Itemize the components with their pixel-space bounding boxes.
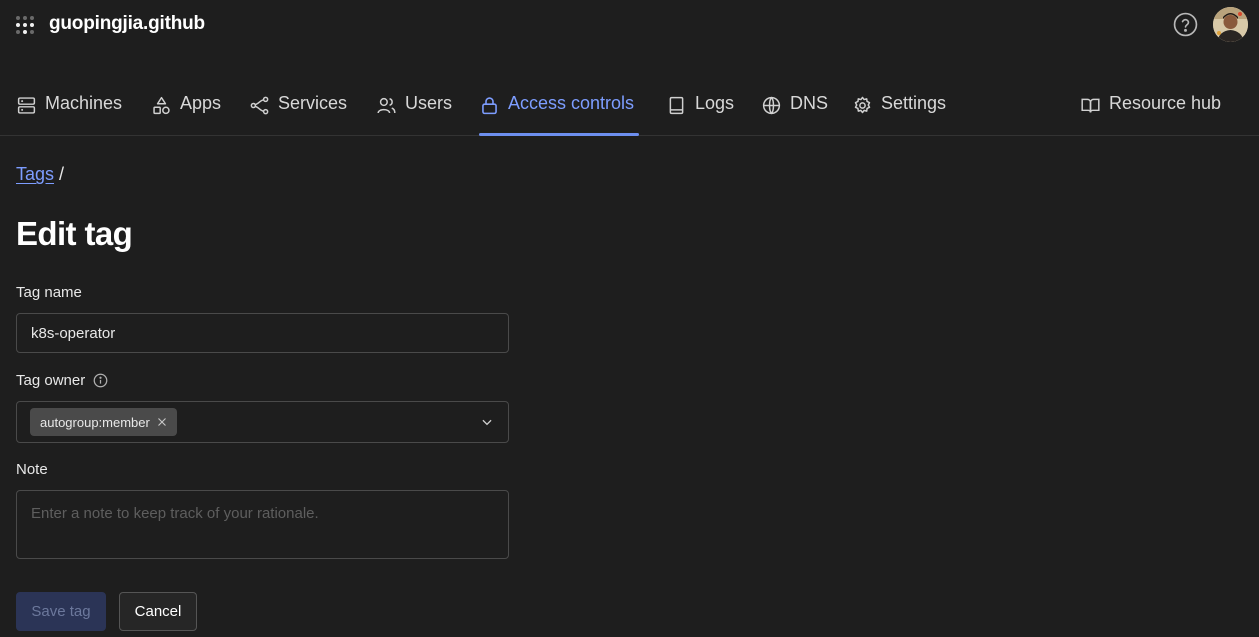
globe-icon	[762, 96, 781, 115]
note-label: Note	[16, 461, 48, 478]
gear-icon	[854, 96, 871, 114]
tag-name-label: Tag name	[16, 284, 82, 301]
nav-label: Services	[278, 93, 348, 113]
nav-item-machines[interactable]: Machines	[16, 80, 122, 135]
main-nav: Machines Apps Services Users Access cont…	[0, 80, 1259, 136]
breadcrumb-separator: /	[59, 164, 65, 184]
nav-item-dns[interactable]: DNS	[761, 80, 828, 135]
save-tag-button[interactable]: Save tag	[16, 592, 106, 631]
note-textarea[interactable]	[17, 491, 508, 558]
tag-name-label-text: Tag name	[16, 284, 82, 301]
book-icon	[669, 96, 684, 115]
nav-item-resource-hub[interactable]: Resource hub	[1080, 80, 1221, 135]
breadcrumb-tags-link[interactable]: Tags	[16, 164, 54, 184]
page-title: Edit tag	[16, 215, 133, 252]
tag-owner-label: Tag owner	[16, 372, 108, 389]
help-circle-icon[interactable]	[1173, 12, 1198, 37]
top-bar: guopingjia.github	[0, 0, 1259, 52]
nav-item-users[interactable]: Users	[376, 80, 452, 135]
owner-chip-label: autogroup:member	[40, 414, 150, 430]
tag-owner-label-text: Tag owner	[16, 372, 86, 389]
services-icon	[250, 96, 269, 115]
cancel-button[interactable]: Cancel	[119, 592, 197, 631]
nav-item-services[interactable]: Services	[249, 80, 347, 135]
nav-item-apps[interactable]: Apps	[151, 80, 221, 135]
nav-label: Users	[405, 93, 453, 113]
nav-item-access-controls[interactable]: Access controls	[479, 80, 639, 136]
apps-icon	[153, 96, 170, 115]
tag-name-input[interactable]	[17, 314, 508, 352]
remove-chip-icon[interactable]	[156, 416, 168, 428]
lock-icon	[482, 97, 497, 115]
nav-label: DNS	[790, 93, 829, 113]
nav-label: Access controls	[508, 93, 635, 113]
nav-label: Resource hub	[1109, 93, 1222, 113]
nav-label: Logs	[695, 93, 735, 113]
users-icon	[377, 97, 396, 114]
breadcrumb: Tags /	[16, 164, 64, 185]
tailscale-logo-icon[interactable]	[16, 16, 36, 36]
info-icon[interactable]	[93, 373, 108, 388]
nav-label: Machines	[45, 93, 123, 113]
nav-label: Settings	[881, 93, 947, 113]
nav-item-settings[interactable]: Settings	[852, 80, 946, 135]
nav-item-logs[interactable]: Logs	[666, 80, 734, 135]
chevron-down-icon[interactable]	[480, 415, 494, 429]
machines-icon	[17, 97, 36, 114]
nav-label: Apps	[180, 93, 222, 113]
tag-owner-select[interactable]: autogroup:member	[16, 401, 509, 443]
note-label-text: Note	[16, 461, 48, 478]
user-avatar[interactable]	[1213, 7, 1248, 42]
tag-name-field[interactable]	[16, 313, 509, 353]
owner-chip: autogroup:member	[30, 408, 177, 436]
open-book-icon	[1081, 98, 1100, 113]
note-field[interactable]	[16, 490, 509, 559]
tailnet-name[interactable]: guopingjia.github	[49, 13, 205, 35]
